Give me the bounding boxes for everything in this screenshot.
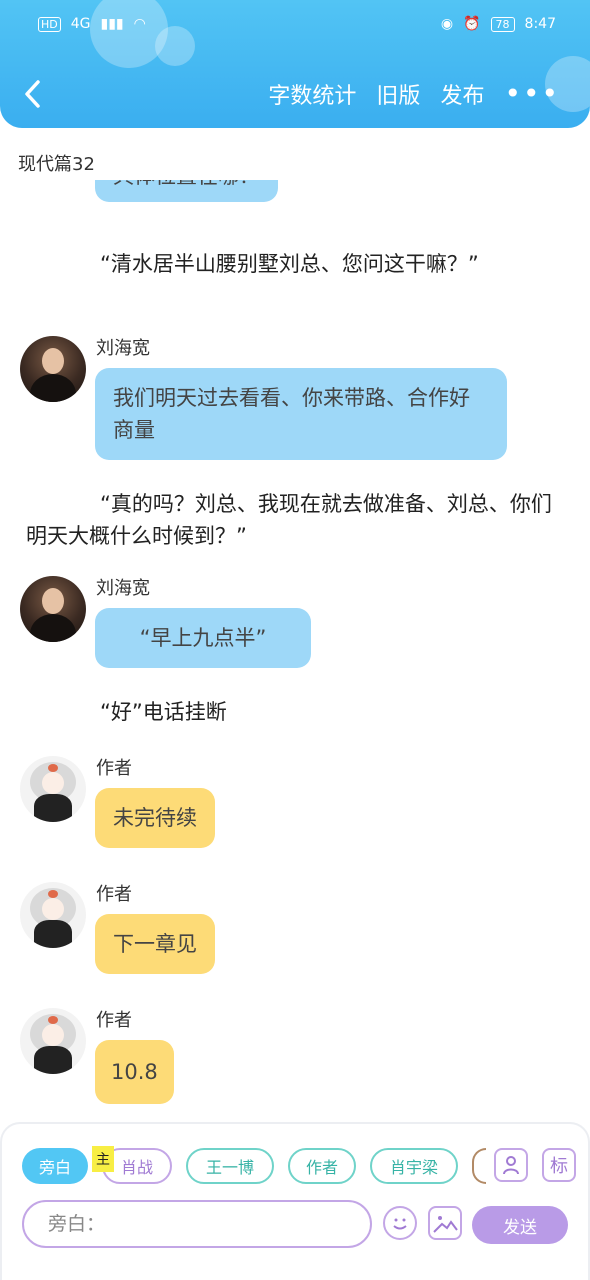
- chat-bubble: 10.8: [95, 1040, 174, 1104]
- message-input[interactable]: [22, 1200, 372, 1248]
- avatar[interactable]: [20, 336, 86, 402]
- eye-icon: ◉: [440, 16, 454, 32]
- role-chip-partial[interactable]: [472, 1148, 486, 1184]
- header-actions: 字数统计 旧版 发布 •••: [268, 78, 560, 110]
- chat-bubble: “早上九点半”: [95, 608, 311, 668]
- more-icon[interactable]: •••: [504, 80, 560, 108]
- composer-panel: 旁白 肖战 王一博 作者 肖宇梁 主 标 发送: [0, 1122, 590, 1280]
- narration-text: “真的吗？刘总、我现在就去做准备、刘总、你们明天大概什么时候到？”: [26, 492, 552, 548]
- chat-bubble-cut: 具体位置在哪？: [95, 180, 278, 202]
- chat-message: 刘海宽 “早上九点半”: [20, 576, 560, 676]
- signal-label: 4G: [70, 16, 91, 32]
- publish-button[interactable]: 发布: [440, 78, 484, 110]
- speaker-name: 作者: [96, 758, 132, 779]
- old-version-button[interactable]: 旧版: [376, 78, 420, 110]
- narration-text: “清水居半山腰别墅刘总、您问这干嘛？”: [100, 252, 479, 276]
- wifi-icon: ◠: [133, 16, 146, 32]
- chat-bubble: 未完待续: [95, 788, 215, 848]
- chat-message: 作者 未完待续: [20, 756, 560, 856]
- image-icon[interactable]: [428, 1206, 462, 1240]
- character-icon[interactable]: [494, 1148, 528, 1182]
- send-button[interactable]: 发送: [472, 1206, 568, 1244]
- narration-text: “好”电话挂断: [100, 700, 227, 724]
- back-arrow-icon[interactable]: [22, 78, 44, 110]
- chat-message: 作者 下一章见: [20, 882, 560, 982]
- speaker-name: 作者: [96, 884, 132, 905]
- avatar[interactable]: [20, 882, 86, 948]
- role-chip[interactable]: 肖宇梁: [370, 1148, 458, 1184]
- status-bar: HD 4G ▮▮▮ ◠ ◉ ⏰ 78 8:47: [38, 10, 556, 38]
- chapter-title: 现代篇32: [18, 154, 95, 175]
- role-chip[interactable]: 作者: [288, 1148, 356, 1184]
- role-chip-narrator[interactable]: 旁白: [22, 1148, 88, 1184]
- clock: 8:47: [524, 16, 556, 32]
- alarm-icon: ⏰: [463, 16, 481, 32]
- main-role-marker: 主: [92, 1146, 114, 1172]
- word-count-button[interactable]: 字数统计: [268, 78, 356, 110]
- chat-bubble: 我们明天过去看看、你来带路、合作好商量: [95, 368, 507, 460]
- speaker-name: 刘海宽: [96, 338, 150, 359]
- role-chip[interactable]: 王一博: [186, 1148, 274, 1184]
- chat-message: 刘海宽 我们明天过去看看、你来带路、合作好商量: [20, 336, 560, 466]
- speaker-name: 作者: [96, 1010, 132, 1031]
- chat-bubble: 下一章见: [95, 914, 215, 974]
- avatar[interactable]: [20, 576, 86, 642]
- speaker-name: 刘海宽: [96, 578, 150, 599]
- hd-icon: HD: [38, 16, 61, 32]
- battery-indicator: 78: [490, 16, 515, 32]
- top-header: HD 4G ▮▮▮ ◠ ◉ ⏰ 78 8:47 字数统计 旧版 发布 •••: [0, 0, 590, 128]
- avatar[interactable]: [20, 756, 86, 822]
- chat-area: 具体位置在哪？ “清水居半山腰别墅刘总、您问这干嘛？” 刘海宽 我们明天过去看看…: [0, 180, 590, 1115]
- chat-message: 作者 10.8: [20, 1008, 560, 1108]
- emoji-icon[interactable]: [383, 1206, 417, 1240]
- signal-icon: ▮▮▮: [100, 16, 124, 32]
- avatar[interactable]: [20, 1008, 86, 1074]
- mark-button[interactable]: 标: [542, 1148, 576, 1182]
